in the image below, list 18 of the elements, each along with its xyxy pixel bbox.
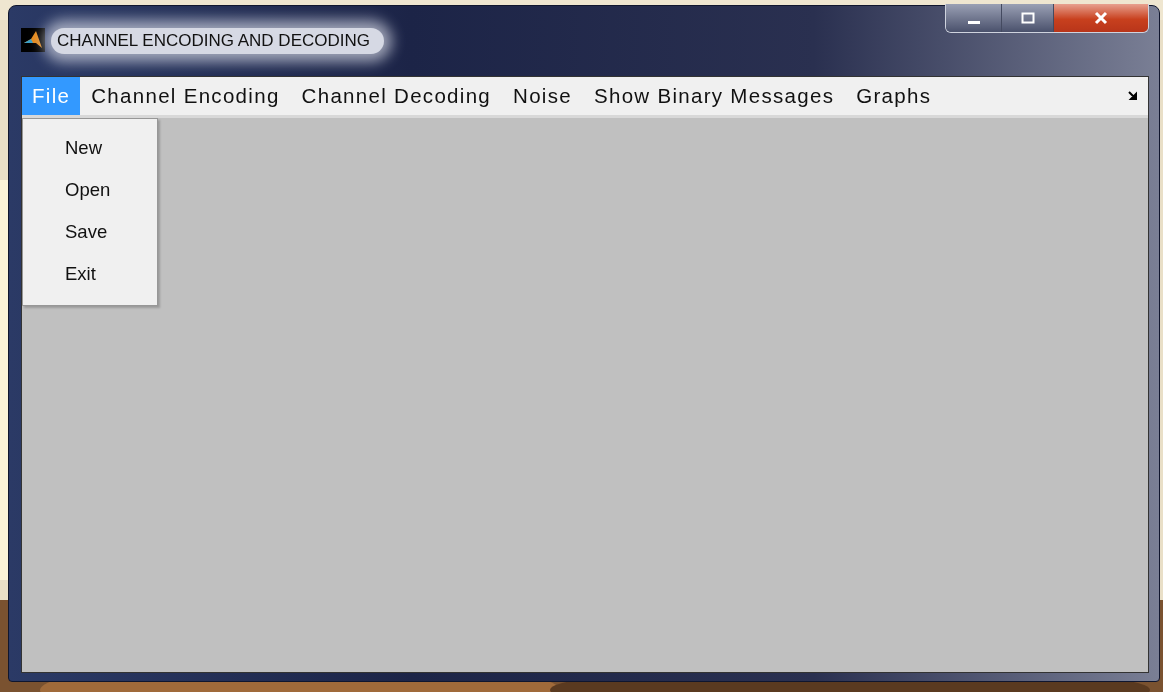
app-logo-icon xyxy=(21,28,45,52)
close-icon xyxy=(1093,11,1109,25)
maximize-icon xyxy=(1019,12,1036,24)
arrow-icon[interactable] xyxy=(1128,91,1138,101)
menu-item[interactable]: Graphs xyxy=(845,77,943,115)
maximize-button[interactable] xyxy=(1002,4,1054,32)
menu-option[interactable]: Exit xyxy=(23,253,157,295)
menu-item[interactable]: Show Binary Messages xyxy=(583,77,846,115)
menu-item[interactable]: Channel Decoding xyxy=(290,77,503,115)
menu-item[interactable]: Noise xyxy=(502,77,583,115)
close-button[interactable] xyxy=(1054,4,1148,32)
menu-option[interactable]: Save xyxy=(23,211,157,253)
minimize-button[interactable] xyxy=(946,4,1002,32)
menu-item[interactable]: Channel Encoding xyxy=(80,77,291,115)
window-title: CHANNEL ENCODING AND DECODING xyxy=(51,28,384,54)
minimize-icon xyxy=(967,20,980,24)
menu-option[interactable]: Open xyxy=(23,169,157,211)
menu-option[interactable]: New xyxy=(23,127,157,169)
